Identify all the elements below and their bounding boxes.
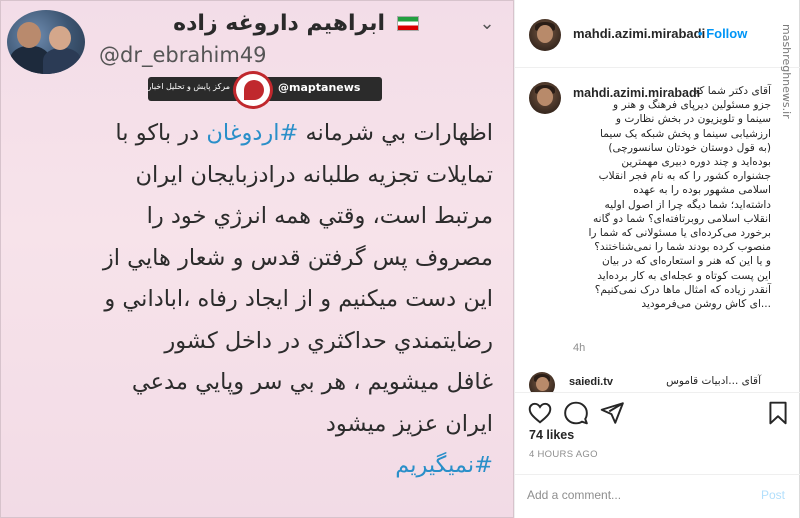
maptanews-watermark: مرکز پایش و تحلیل اخبار @maptanews — [148, 71, 382, 109]
comment-form: Post — [515, 474, 800, 518]
caption: mahdi.azimi.mirabadi آقای دکتر شما که جزو… — [515, 68, 800, 368]
post-image: ابراهیم داروغه زاده @dr_ebrahim49 ⌄ مرکز… — [0, 0, 514, 518]
maptanews-logo-icon — [233, 71, 273, 109]
watermark-tagline: مرکز پایش و تحلیل اخبار — [147, 82, 230, 91]
caption-line: آنقدر زیاده که امثال ماها درک نمی‌کنیم؟ — [594, 283, 771, 296]
caption-text: آقای دکتر شما که جزو مسئولین دیرپای فرهنگ… — [573, 84, 771, 311]
tweet-line: تمايلات تجزيه طلبانه درادزبايجان ايران — [39, 155, 493, 197]
watermark-handle: @maptanews — [278, 81, 361, 94]
caption-line: ...ای کاش روشن می‌فرمودید — [641, 298, 771, 311]
tweet-text-segment: تمايلات تجزيه طلبانه درادزبايجان ايران — [135, 161, 493, 188]
caption-avatar[interactable] — [529, 82, 561, 114]
tweet-text-segment: ايران عزيز ميشود — [325, 410, 493, 437]
tweet-line: اين دست ميکنيم و از ايجاد رفاه ،اباداني … — [39, 279, 493, 321]
tweet-line: #نميگيريم — [39, 445, 493, 487]
likes-count[interactable]: 74 likes — [529, 428, 574, 442]
hashtag-link[interactable]: #نميگيريم — [395, 452, 493, 478]
tweet-display-name: ابراهیم داروغه زاده — [173, 11, 385, 36]
header-username[interactable]: mahdi.azimi.mirabadi — [573, 26, 705, 41]
tweet-text-segment: در باکو با — [115, 120, 207, 146]
tweet-body: اظهارات بي شرمانه #اردوغان در باکو با تما… — [39, 113, 493, 487]
iran-flag-icon — [397, 16, 419, 31]
caption-line: سینما و تلویزیون در بخش نظارت و — [615, 113, 771, 126]
tweet-text-segment: رضايتمندي حداکثري در داخل کشور — [164, 327, 493, 354]
tweet-line: اظهارات بي شرمانه #اردوغان در باکو با — [39, 113, 493, 155]
comment-text: آقای ...ادبیات قاموس — [666, 375, 761, 387]
caption-line: جزو مسئولین دیرپای فرهنگ و هنر و — [612, 99, 771, 112]
caption-line: بوده‌اید و چند دوره دبیری مهمترین — [621, 156, 771, 169]
tweet-text-segment: غافل ميشويم ، هر بي سر وپايي مدعي — [131, 369, 493, 395]
post-header: mahdi.azimi.mirabadi • Follow — [515, 0, 800, 68]
tweet-line: مرتبط است، وقتي همه انرژي خود را — [39, 196, 493, 238]
comment-avatar[interactable] — [529, 372, 555, 392]
caption-line: و یا این که هنر و استعاره‌ای که در بیان — [602, 255, 771, 268]
follow-dot: • — [698, 26, 703, 41]
comment-item: saiedi.tv آقای ...ادبیات قاموس — [515, 368, 800, 392]
post-age: 4 HOURS AGO — [529, 449, 598, 460]
comment-input[interactable] — [527, 485, 747, 505]
caption-line: برخورد می‌کرده‌ای یا مسئولانی که شما را — [588, 227, 771, 240]
caption-line: این پست کوتاه و عجله‌ای به کار برده‌اید — [597, 269, 771, 282]
tweet-text-segment: مرتبط است، وقتي همه انرژي خود را — [146, 203, 493, 229]
caption-line: منصوب کرده بودند شما را نمی‌شناختند؟ — [594, 241, 771, 254]
share-icon[interactable] — [599, 400, 625, 426]
tweet-line: ايران عزيز ميشود — [39, 404, 493, 446]
bookmark-icon[interactable] — [765, 400, 791, 426]
instagram-post-panel: mahdi.azimi.mirabadi • Follow mashreghne… — [514, 0, 800, 518]
tweet-line: غافل ميشويم ، هر بي سر وپايي مدعي — [39, 362, 493, 404]
caption-line: انقلاب اسلامی روبرتافته‌ای؟ شما دو گانه — [593, 212, 771, 225]
tweet-handle: @dr_ebrahim49 — [99, 43, 267, 67]
tweet-line: مصروف پس گرفتن قدس و شعار هايي از — [39, 238, 493, 280]
heart-icon[interactable] — [527, 400, 553, 426]
caption-line: اسلامی مشهور بوده را به عهده — [633, 184, 771, 197]
tweet-text-segment: اين دست ميکنيم و از ايجاد رفاه ،اباداني … — [104, 286, 493, 312]
caption-line: ارزشیابی سینما و پخش شبکه یک سیما — [600, 127, 771, 140]
chevron-down-icon: ⌄ — [479, 13, 495, 34]
tweet-text-segment: مصروف پس گرفتن قدس و شعار هايي از — [102, 244, 493, 271]
tweet-text-segment: اظهارات بي شرمانه — [298, 120, 493, 146]
hashtag-link[interactable]: #اردوغان — [206, 120, 298, 146]
caption-line: جشنواره کشور را که به نام فجر انقلاب — [598, 170, 771, 183]
comment-icon[interactable] — [563, 400, 589, 426]
caption-timestamp: 4h — [573, 342, 586, 354]
comment-username[interactable]: saiedi.tv — [569, 376, 613, 388]
caption-line: (به قول دوستان خودتان سانسورچی) — [608, 141, 771, 154]
avatar[interactable] — [529, 19, 561, 51]
caption-line: داشته‌اید؛ شما دیگه چرا از اصول اولیه — [604, 198, 771, 211]
caption-line: آقای دکتر شما که — [693, 85, 771, 97]
tweet-line: رضايتمندي حداکثري در داخل کشور — [39, 321, 493, 363]
follow-button[interactable]: • Follow — [698, 26, 747, 41]
follow-label: Follow — [706, 26, 748, 41]
tweet-avatar — [7, 10, 85, 74]
post-button[interactable]: Post — [761, 488, 785, 502]
